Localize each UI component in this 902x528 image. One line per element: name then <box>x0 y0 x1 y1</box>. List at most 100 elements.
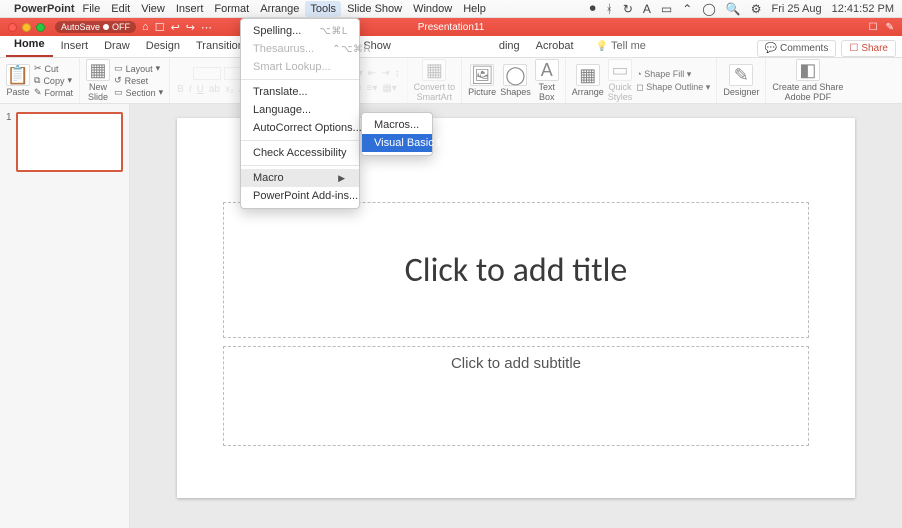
more-icon[interactable]: ⋯ <box>201 21 212 34</box>
tab-draw[interactable]: Draw <box>96 36 138 57</box>
adobe-icon: ◧ <box>796 59 820 81</box>
shapes-button[interactable]: ◯Shapes <box>500 64 531 97</box>
quick-styles-button[interactable]: ▭Quick Styles <box>608 59 633 102</box>
section-button[interactable]: ▭ Section ▾ <box>114 87 163 98</box>
refresh-icon[interactable]: ↻ <box>623 2 633 16</box>
send-icon[interactable]: ✎ <box>886 22 894 33</box>
redo-icon[interactable]: ↪ <box>186 21 195 34</box>
tab-recording-partial[interactable]: ding <box>491 36 528 57</box>
slide-thumbnail-1[interactable] <box>16 112 123 172</box>
mi-addins[interactable]: PowerPoint Add-ins... <box>241 187 359 205</box>
close-window-icon[interactable] <box>8 23 17 32</box>
bluetooth-icon[interactable]: ᚼ <box>606 2 613 16</box>
tab-home[interactable]: Home <box>6 34 53 57</box>
control-center-icon[interactable]: ⚙ <box>751 2 762 16</box>
search-icon[interactable]: 🔍 <box>726 2 741 16</box>
macro-submenu: Macros... Visual Basic Editor <box>361 112 433 156</box>
ribbon-tabs: Home Insert Draw Design Transitions Anim… <box>0 36 902 58</box>
designer-button[interactable]: ✎Designer <box>723 64 759 97</box>
clipboard-icon: 📋 <box>6 64 30 86</box>
adobe-pdf-button[interactable]: ◧Create and Share Adobe PDF <box>772 59 843 102</box>
picture-icon: 🖼 <box>470 64 494 86</box>
mi-language[interactable]: Language... <box>241 101 359 119</box>
mac-menubar: PowerPoint File Edit View Insert Format … <box>0 0 902 18</box>
mi-autocorrect[interactable]: AutoCorrect Options... <box>241 119 359 137</box>
smartart-icon: ▦ <box>422 59 446 81</box>
title-placeholder[interactable]: Click to add title <box>223 202 809 338</box>
shape-fill-button[interactable]: ◔ Shape Fill ▾ <box>636 69 710 80</box>
slide-number: 1 <box>6 112 12 172</box>
app-name[interactable]: PowerPoint <box>14 3 75 15</box>
undo-icon[interactable]: ↩ <box>171 21 180 34</box>
tab-insert[interactable]: Insert <box>53 36 97 57</box>
autosave-state: OFF <box>112 22 130 32</box>
window-titlebar: AutoSave OFF ⌂ ☐ ↩ ↪ ⋯ Presentation11 ☐ … <box>0 18 902 36</box>
convert-smartart-button[interactable]: ▦Convert to SmartArt <box>414 59 456 102</box>
layout-button[interactable]: ▭ Layout ▾ <box>114 63 163 74</box>
mi-spelling[interactable]: Spelling...⌥⌘L <box>241 22 359 40</box>
mi-macro[interactable]: Macro▶ <box>241 169 359 187</box>
new-slide-button[interactable]: ▦New Slide <box>86 59 110 102</box>
picture-button[interactable]: 🖼Picture <box>468 64 496 97</box>
designer-icon: ✎ <box>729 64 753 86</box>
paste-label: Paste <box>6 87 29 97</box>
menu-help[interactable]: Help <box>463 3 486 15</box>
quick-access: AutoSave OFF ⌂ ☐ ↩ ↪ ⋯ <box>55 21 212 34</box>
comments-label: Comments <box>780 43 828 54</box>
fullscreen-window-icon[interactable] <box>36 23 45 32</box>
mi-translate[interactable]: Translate... <box>241 83 359 101</box>
paste-button[interactable]: 📋Paste <box>6 64 30 97</box>
share-button[interactable]: ☐ Share <box>841 40 896 57</box>
copy-button[interactable]: ⧉ Copy ▾ <box>34 75 73 86</box>
wifi-icon[interactable]: ⌃ <box>682 2 692 16</box>
ribbon: 📋Paste ✂ Cut ⧉ Copy ▾ ✎ Format ▦New Slid… <box>0 58 902 104</box>
subtitle-placeholder[interactable]: Click to add subtitle <box>223 346 809 446</box>
menu-slideshow[interactable]: Slide Show <box>347 3 402 15</box>
menu-window[interactable]: Window <box>413 3 452 15</box>
camera-icon[interactable]: ⏺ <box>590 1 596 16</box>
tab-design[interactable]: Design <box>138 36 188 57</box>
menu-arrange[interactable]: Arrange <box>260 3 299 15</box>
mi-thesaurus: Thesaurus...⌃⌥⌘R <box>241 40 359 58</box>
tools-menu: Spelling...⌥⌘L Thesaurus...⌃⌥⌘R Smart Lo… <box>240 18 360 209</box>
new-slide-icon: ▦ <box>86 59 110 81</box>
main-area: 1 Click to add title Click to add subtit… <box>0 104 902 528</box>
chevron-right-icon: ▶ <box>338 173 345 184</box>
toggle-dot-icon <box>103 24 109 30</box>
reset-button[interactable]: ↺ Reset <box>114 75 163 86</box>
user-icon[interactable]: ◯ <box>702 2 715 16</box>
keyboard-icon[interactable]: A <box>643 2 651 16</box>
tab-acrobat[interactable]: Acrobat <box>528 36 582 57</box>
format-painter-button[interactable]: ✎ Format <box>34 87 73 98</box>
menu-view[interactable]: View <box>141 3 165 15</box>
autosave-label: AutoSave <box>61 22 100 32</box>
quick-styles-icon: ▭ <box>608 59 632 81</box>
menu-format[interactable]: Format <box>214 3 249 15</box>
arrange-button[interactable]: ▦Arrange <box>572 64 604 97</box>
menu-edit[interactable]: Edit <box>111 3 130 15</box>
menu-insert[interactable]: Insert <box>176 3 204 15</box>
traffic-lights <box>0 23 45 32</box>
mi-macros[interactable]: Macros... <box>362 116 432 134</box>
new-slide-label: New Slide <box>88 82 108 102</box>
comments-button[interactable]: 💬 Comments <box>757 40 837 57</box>
save-icon[interactable]: ☐ <box>155 21 165 34</box>
home-icon[interactable]: ⌂ <box>142 21 149 33</box>
autosave-toggle[interactable]: AutoSave OFF <box>55 21 136 33</box>
cut-button[interactable]: ✂ Cut <box>34 63 73 74</box>
tell-me[interactable]: Tell me <box>588 36 654 57</box>
shape-outline-button[interactable]: ◻ Shape Outline ▾ <box>636 82 710 93</box>
document-title: Presentation11 <box>418 22 485 33</box>
mi-vb-editor[interactable]: Visual Basic Editor <box>362 134 432 152</box>
menubar-date[interactable]: Fri 25 Aug <box>771 3 821 15</box>
menu-tools[interactable]: Tools <box>305 1 341 17</box>
ribbon-toggle-icon[interactable]: ☐ <box>869 22 878 33</box>
minimize-window-icon[interactable] <box>22 23 31 32</box>
menu-file[interactable]: File <box>83 3 101 15</box>
battery-icon[interactable]: ▭ <box>661 2 672 16</box>
mi-check-accessibility[interactable]: Check Accessibility <box>241 144 359 162</box>
slide-thumbnail-pane[interactable]: 1 <box>0 104 130 528</box>
menubar-time[interactable]: 12:41:52 PM <box>832 3 894 15</box>
textbox-button[interactable]: AText Box <box>535 59 559 102</box>
share-label: Share <box>861 43 888 54</box>
